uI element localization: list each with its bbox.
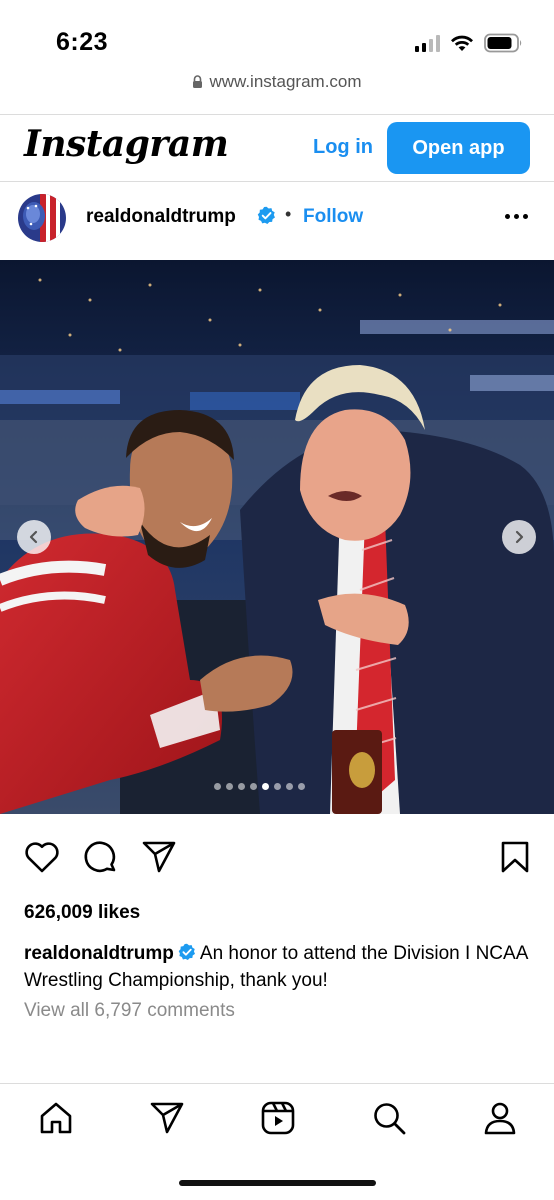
likes-count[interactable]: 626,009 likes: [24, 902, 140, 924]
carousel-dot: [214, 783, 221, 790]
caption: realdonaldtrump An honor to attend the D…: [24, 940, 544, 994]
carousel-prev-button[interactable]: [17, 520, 51, 554]
wifi-icon: [451, 35, 473, 51]
lock-icon: [193, 75, 203, 88]
chevron-right-icon: [515, 530, 524, 544]
carousel-dot: [226, 783, 233, 790]
nav-send[interactable]: [147, 1098, 187, 1138]
comment-icon[interactable]: [83, 840, 119, 876]
caption-username[interactable]: realdonaldtrump: [24, 943, 174, 964]
url-text: www.instagram.com: [209, 72, 362, 91]
home-indicator: [179, 1180, 376, 1186]
login-link[interactable]: Log in: [313, 136, 373, 159]
post-header: realdonaldtrump • Follow: [0, 182, 554, 260]
signal-icon: [415, 34, 440, 52]
save-bookmark-icon[interactable]: [500, 840, 530, 874]
status-time: 6:23: [56, 28, 109, 56]
like-heart-icon[interactable]: [24, 840, 60, 874]
carousel-dots: [214, 783, 305, 790]
carousel-dot: [238, 783, 245, 790]
chevron-left-icon: [29, 530, 38, 544]
nav-search[interactable]: [369, 1098, 409, 1138]
follow-button[interactable]: Follow: [303, 206, 363, 228]
status-bar: 6:23: [0, 0, 554, 70]
search-icon: [374, 1103, 406, 1135]
reels-icon: [261, 1101, 295, 1135]
send-icon: [150, 1102, 184, 1134]
battery-icon: [484, 33, 522, 53]
separator-dot: •: [285, 204, 292, 224]
carousel-dot: [250, 783, 257, 790]
nav-reels[interactable]: [258, 1098, 298, 1138]
profile-icon: [484, 1102, 516, 1135]
share-send-icon[interactable]: [141, 840, 177, 874]
post-username[interactable]: realdonaldtrump: [86, 206, 236, 228]
nav-home[interactable]: [36, 1098, 76, 1138]
instagram-header: Instagram Log in Open app: [0, 115, 554, 181]
carousel-dot: [286, 783, 293, 790]
nav-profile[interactable]: [480, 1098, 520, 1138]
open-app-button[interactable]: Open app: [387, 122, 530, 174]
carousel-dot: [274, 783, 281, 790]
more-options-icon[interactable]: [505, 214, 528, 219]
post-photo[interactable]: [0, 260, 554, 814]
carousel-dot: [262, 783, 269, 790]
verified-badge-icon: [178, 943, 195, 961]
url-bar[interactable]: www.instagram.com: [0, 72, 554, 102]
view-comments-link[interactable]: View all 6,797 comments: [24, 1000, 235, 1022]
home-icon: [40, 1102, 72, 1134]
verified-badge-icon: [257, 206, 275, 224]
status-icons: [415, 33, 524, 53]
avatar[interactable]: [18, 194, 66, 242]
carousel-dot: [298, 783, 305, 790]
bottom-nav: [0, 1084, 554, 1154]
photo-illustration: [0, 260, 554, 814]
carousel-next-button[interactable]: [502, 520, 536, 554]
instagram-logo[interactable]: Instagram: [24, 123, 229, 165]
